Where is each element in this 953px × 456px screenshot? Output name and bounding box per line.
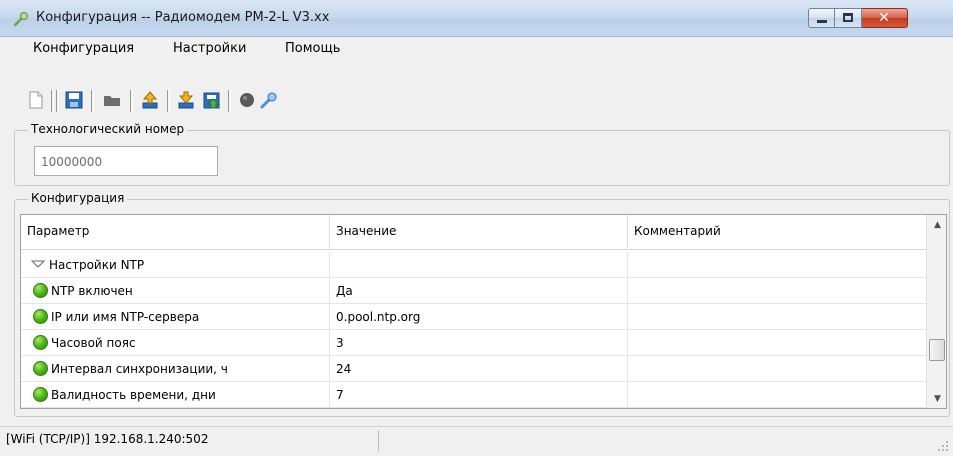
toolbar-separator bbox=[130, 90, 133, 112]
table-row[interactable]: Часовой пояс 3 bbox=[21, 330, 927, 356]
maximize-icon bbox=[843, 13, 853, 22]
table-cell bbox=[330, 252, 628, 278]
table-cell: Часовой пояс bbox=[21, 330, 330, 356]
status-dot-icon bbox=[33, 283, 48, 298]
close-icon: ✕ bbox=[878, 10, 890, 26]
toolbar-separator bbox=[228, 90, 231, 112]
menu-bar: Конфигурация Настройки Помощь bbox=[0, 37, 953, 61]
param-comment bbox=[628, 304, 927, 330]
save-icon[interactable] bbox=[64, 90, 84, 110]
param-name: Интервал синхронизации, ч bbox=[51, 362, 228, 376]
window-title: Конфигурация -- Радиомодем РМ-2-L V3.xx bbox=[36, 10, 330, 25]
scroll-up-icon[interactable]: ▲ bbox=[927, 217, 946, 234]
status-dot-icon bbox=[33, 335, 48, 350]
collapse-icon[interactable] bbox=[31, 260, 45, 268]
param-value[interactable]: 0.pool.ntp.org bbox=[330, 304, 628, 330]
maximize-button[interactable] bbox=[835, 8, 862, 28]
table-row[interactable]: Интервал синхронизации, ч 24 bbox=[21, 356, 927, 382]
column-header-parameter[interactable]: Параметр bbox=[21, 215, 330, 248]
minimize-button[interactable] bbox=[808, 8, 835, 28]
table-cell: Интервал синхронизации, ч bbox=[21, 356, 330, 382]
table-cell: IP или имя NTP-сервера bbox=[21, 304, 330, 330]
app-icon bbox=[13, 12, 28, 27]
param-comment bbox=[628, 356, 927, 382]
scroll-down-icon[interactable]: ▼ bbox=[927, 391, 946, 408]
table-header: Параметр Значение Комментарий bbox=[21, 215, 927, 250]
param-comment bbox=[628, 278, 927, 304]
column-header-comment[interactable]: Комментарий bbox=[628, 215, 927, 248]
table-cell: NTP включен bbox=[21, 278, 330, 304]
upload-icon[interactable] bbox=[140, 90, 160, 110]
import-icon[interactable] bbox=[202, 90, 222, 110]
param-value[interactable]: 24 bbox=[330, 356, 628, 382]
table-cell: Валидность времени, дни bbox=[21, 382, 330, 408]
resize-grip-icon[interactable] bbox=[936, 439, 950, 453]
vertical-scrollbar[interactable]: ▲ ▼ bbox=[926, 215, 946, 408]
status-dot-icon bbox=[33, 309, 48, 324]
param-name: IP или имя NTP-сервера bbox=[51, 310, 200, 324]
table-cell: Настройки NTP bbox=[21, 252, 330, 278]
config-table: Параметр Значение Комментарий Настройки … bbox=[20, 214, 947, 409]
toolbar-separator bbox=[56, 90, 59, 112]
toolbar-separator bbox=[51, 90, 54, 112]
column-header-value[interactable]: Значение bbox=[330, 215, 628, 248]
title-bar[interactable]: Конфигурация -- Радиомодем РМ-2-L V3.xx … bbox=[0, 0, 953, 37]
record-icon[interactable] bbox=[237, 90, 257, 110]
status-dot-icon bbox=[33, 361, 48, 376]
table-cell bbox=[628, 252, 927, 278]
scrollbar-thumb[interactable] bbox=[929, 339, 945, 361]
toolbar-separator bbox=[167, 90, 170, 112]
table-row[interactable]: NTP включен Да bbox=[21, 278, 927, 304]
folder-icon[interactable] bbox=[102, 90, 122, 110]
table-row[interactable]: Валидность времени, дни 7 bbox=[21, 382, 927, 408]
toolbar-separator bbox=[91, 90, 94, 112]
status-separator bbox=[378, 430, 379, 452]
group-label-ntp: Настройки NTP bbox=[49, 258, 145, 272]
param-value[interactable]: 3 bbox=[330, 330, 628, 356]
new-file-icon[interactable] bbox=[26, 90, 46, 110]
param-name: NTP включен bbox=[51, 284, 133, 298]
param-comment bbox=[628, 382, 927, 408]
menu-configuration[interactable]: Конфигурация bbox=[33, 41, 134, 56]
menu-settings[interactable]: Настройки bbox=[173, 41, 246, 56]
param-comment bbox=[628, 330, 927, 356]
config-label: Конфигурация bbox=[28, 191, 128, 205]
tech-number-input[interactable]: 10000000 bbox=[34, 146, 218, 176]
tech-number-label: Технологический номер bbox=[28, 122, 188, 136]
param-value[interactable]: 7 bbox=[330, 382, 628, 408]
download-icon[interactable] bbox=[176, 90, 196, 110]
status-dot-icon bbox=[33, 387, 48, 402]
menu-help[interactable]: Помощь bbox=[285, 41, 340, 56]
table-group-row[interactable]: Настройки NTP bbox=[21, 252, 927, 278]
close-button[interactable]: ✕ bbox=[862, 8, 908, 28]
param-name: Часовой пояс bbox=[51, 336, 136, 350]
connect-icon[interactable] bbox=[259, 90, 279, 110]
status-bar: [WiFi (TCP/IP)] 192.168.1.240:502 bbox=[0, 426, 953, 456]
connection-status: [WiFi (TCP/IP)] 192.168.1.240:502 bbox=[6, 432, 209, 446]
toolbar bbox=[0, 61, 953, 123]
minimize-icon bbox=[817, 20, 827, 23]
param-value[interactable]: Да bbox=[330, 278, 628, 304]
param-name: Валидность времени, дни bbox=[51, 388, 216, 402]
table-row[interactable]: IP или имя NTP-сервера 0.pool.ntp.org bbox=[21, 304, 927, 330]
